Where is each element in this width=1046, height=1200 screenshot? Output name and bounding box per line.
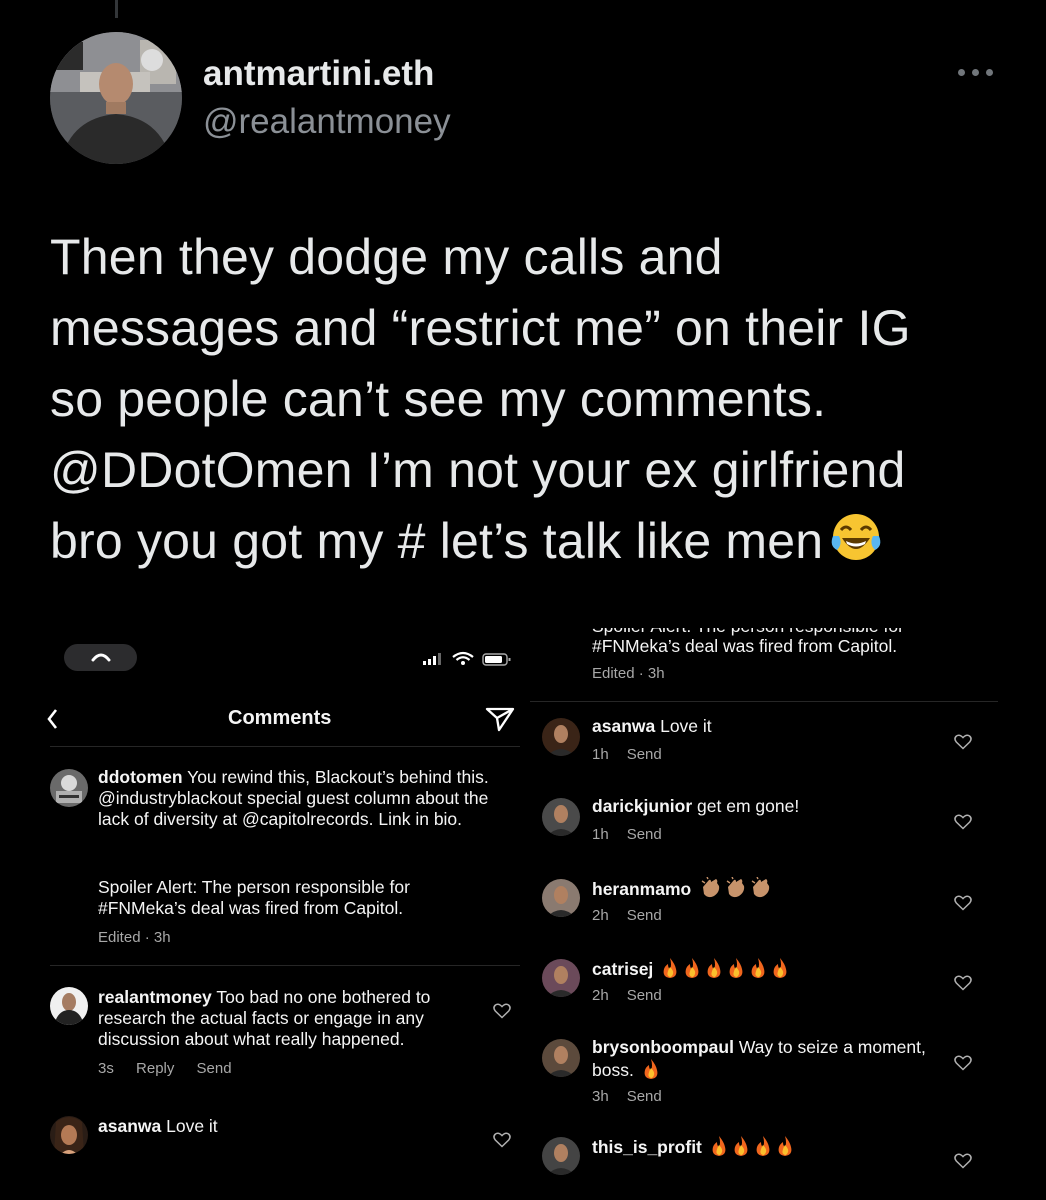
caption-username[interactable]: ddotomen (98, 767, 183, 787)
send-button[interactable]: Send (627, 746, 662, 763)
reply-button[interactable]: Reply (136, 1060, 174, 1077)
caption-divider (50, 965, 520, 966)
author-display-name[interactable]: antmartini.eth (203, 54, 434, 94)
caption-meta: Edited · 3h (98, 929, 171, 946)
like-heart-icon[interactable] (954, 895, 972, 911)
like-heart-icon[interactable] (493, 1003, 511, 1019)
send-button[interactable]: Send (627, 907, 662, 924)
author-handle[interactable]: @realantmoney (203, 102, 451, 142)
this_is_profit-avatar[interactable] (542, 1137, 580, 1175)
comment-text: Love it (655, 716, 712, 736)
send-button[interactable]: Send (197, 1060, 232, 1077)
caption-meta: Edited · 3h (592, 665, 665, 682)
comment-username[interactable]: catrisej (592, 959, 653, 979)
darickjunior-avatar[interactable] (542, 798, 580, 836)
comment-body: brysonboompaul Way to seize a moment, bo… (592, 1037, 932, 1081)
comment-meta: 3s Reply Send (98, 1060, 250, 1077)
like-heart-icon[interactable] (954, 814, 972, 830)
caption-divider (530, 701, 998, 702)
comment-meta: 2h Send (592, 907, 680, 924)
tears-of-joy-emoji-icon (829, 510, 883, 564)
comment-text: get em gone! (692, 796, 800, 816)
comment-username[interactable]: darickjunior (592, 796, 692, 816)
comment-username[interactable]: asanwa (592, 716, 655, 736)
like-heart-icon[interactable] (954, 734, 972, 750)
more-options-icon[interactable] (956, 60, 996, 84)
tweet-text: Then they dodge my calls and messages an… (50, 222, 1000, 577)
realantmoney-avatar[interactable] (50, 987, 88, 1025)
comment-body: realantmoney Too bad no one bothered to … (98, 987, 478, 1050)
comment-username[interactable]: asanwa (98, 1116, 161, 1136)
caption-spoiler: Spoiler Alert: The person responsible fo… (98, 877, 410, 918)
asanwa-avatar[interactable] (542, 718, 580, 756)
like-heart-icon[interactable] (954, 975, 972, 991)
back-chevron-icon[interactable] (46, 708, 58, 730)
comment-meta: 2h Send (592, 987, 680, 1004)
like-heart-icon[interactable] (954, 1153, 972, 1169)
status-bar-icons (423, 651, 513, 667)
tweet-line: so people can’t see my comments. (50, 371, 827, 427)
heranmamo-avatar[interactable] (542, 879, 580, 917)
comment-body: asanwa Love it (592, 716, 932, 737)
comment-body: this_is_profit (592, 1135, 932, 1158)
comment-username[interactable]: heranmamo (592, 879, 691, 899)
catrisej-avatar[interactable] (542, 959, 580, 997)
comment-username[interactable]: brysonboompaul (592, 1037, 734, 1057)
send-button[interactable]: Send (627, 826, 662, 843)
header-divider (50, 746, 520, 747)
call-pill (64, 644, 137, 671)
comment-username[interactable]: realantmoney (98, 987, 212, 1007)
comment-time: 1h (592, 746, 609, 763)
tweet-line-last: bro you got my # let’s talk like men (50, 506, 1000, 577)
clapping-hands-emoji-icon (691, 876, 771, 899)
comment-time: 2h (592, 907, 609, 924)
comment-meta: 1h Send (592, 746, 680, 763)
comment-body: asanwa Love it (98, 1116, 478, 1137)
like-heart-icon[interactable] (493, 1132, 511, 1148)
tweet-line: Then they dodge my calls and (50, 229, 723, 285)
comment-meta: 1h Send (592, 826, 680, 843)
comment-time: 1h (592, 826, 609, 843)
comments-title: Comments (228, 707, 332, 729)
brysonboompaul-avatar[interactable] (542, 1039, 580, 1077)
fire-emoji-icon (702, 1136, 795, 1157)
ddotomen-avatar[interactable] (50, 769, 88, 807)
comment-meta: 3h Send (592, 1088, 680, 1105)
phone-icon (91, 653, 111, 662)
asanwa-avatar[interactable] (50, 1116, 88, 1154)
comment-time: 2h (592, 987, 609, 1004)
fire-emoji-icon (634, 1059, 661, 1080)
thread-line (115, 0, 118, 18)
tweet-line: @DDotOmen I’m not your ex girlfriend (50, 442, 906, 498)
comment-body: darickjunior get em gone! (592, 796, 932, 817)
fire-emoji-icon (653, 958, 790, 979)
comment-body: catrisej (592, 957, 932, 980)
comment-time: 3s (98, 1060, 114, 1077)
like-heart-icon[interactable] (954, 1055, 972, 1071)
comment-username[interactable]: this_is_profit (592, 1137, 702, 1157)
comment-time: 3h (592, 1088, 609, 1105)
instagram-screenshot-left[interactable]: Comments ddotomen You rewind this, Black… (40, 598, 522, 1175)
comment-body: heranmamo (592, 876, 932, 900)
author-avatar[interactable] (50, 32, 182, 164)
caption-body: ddotomen You rewind this, Blackout’s beh… (98, 767, 498, 830)
tweet-line: bro you got my # let’s talk like men (50, 513, 824, 569)
tweet-line: messages and “restrict me” on their IG (50, 300, 911, 356)
caption-rest: #FNMeka’s deal was fired from Capitol. (592, 636, 898, 656)
share-icon[interactable] (485, 706, 515, 732)
instagram-screenshot-right[interactable]: Spoiler Alert: The person responsible fo… (530, 598, 998, 1175)
send-button[interactable]: Send (627, 1088, 662, 1105)
send-button[interactable]: Send (627, 987, 662, 1004)
comment-text: Love it (166, 1116, 218, 1136)
caption-cut-line: Spoiler Alert: The person responsible fo… (592, 616, 904, 636)
